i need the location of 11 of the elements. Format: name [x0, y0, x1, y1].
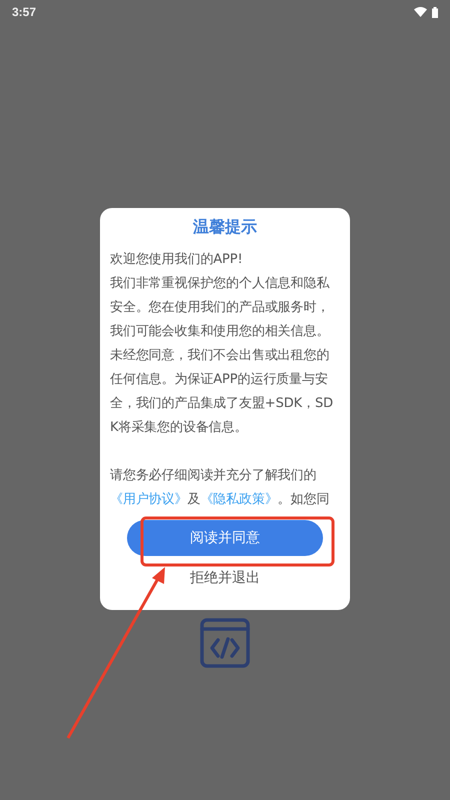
decline-button[interactable]: 拒绝并退出 — [186, 565, 264, 591]
consent-paragraph: 请您务必仔细阅读并充分了解我们的 《用户协议》及《隐私政策》。如您同 — [110, 467, 330, 509]
code-window-icon — [200, 618, 250, 668]
agreement-link[interactable]: 《用户协议》 — [110, 492, 188, 507]
privacy-link[interactable]: 《隐私政策》 — [200, 492, 278, 507]
notice-paragraph: 欢迎您使用我们的APP! 我们非常重视保护您的个人信息和隐私安全。您在使用我们的产品或服务时，我们可能会收集和使用您的相关信息。未经您同意，我们不会出售或出租您的任何信息。为保证APP的运行质量与安全，我们的产品集成了友盟+SDK，SDK将采集您的设备信息。 — [110, 251, 334, 437]
battery-icon — [432, 6, 438, 18]
dialog-title: 温馨提示 — [193, 216, 257, 238]
wifi-icon — [414, 7, 427, 17]
agree-button[interactable]: 阅读并同意 — [127, 520, 323, 556]
status-time: 3:57 — [12, 5, 36, 19]
